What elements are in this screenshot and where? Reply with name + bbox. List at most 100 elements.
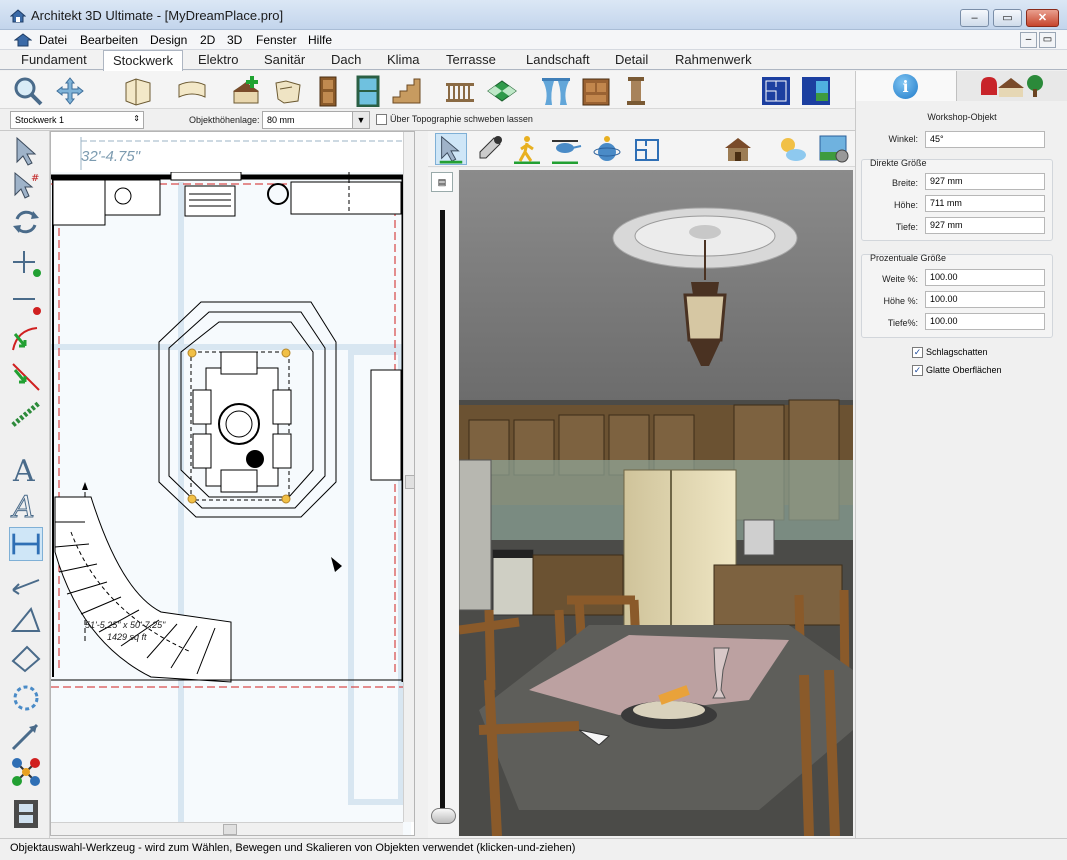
stairs-icon[interactable] [390, 75, 422, 107]
tab-sanitaer[interactable]: Sanitär [255, 52, 314, 70]
width-percent-input[interactable]: 100.00 [925, 269, 1045, 286]
film-strip-icon[interactable] [9, 797, 43, 831]
percent-size-title: Prozentuale Größe [870, 253, 947, 263]
line-tool-icon[interactable] [9, 719, 43, 753]
tab-fundament[interactable]: Fundament [12, 52, 96, 70]
plan-horizontal-scroll-thumb[interactable] [223, 824, 237, 835]
shadows-checkbox[interactable]: ✓ [912, 347, 923, 358]
tab-info[interactable]: i [856, 71, 957, 101]
tab-stockwerk[interactable]: Stockwerk [103, 50, 183, 71]
trim-tool-icon[interactable] [9, 360, 43, 394]
tab-rahmenwerk[interactable]: Rahmenwerk [666, 52, 761, 70]
connect-icon[interactable] [9, 755, 43, 789]
text-icon[interactable]: A [9, 451, 43, 485]
mdi-restore-button[interactable]: ▭ [1039, 32, 1056, 48]
height-percent-label: Höhe %: [883, 296, 918, 306]
curved-wall-icon[interactable] [176, 75, 208, 107]
move-tool-icon[interactable] [9, 641, 43, 675]
view-3d-render[interactable] [459, 170, 853, 836]
3d-select-icon[interactable] [435, 133, 467, 165]
house-view-icon[interactable] [722, 134, 754, 164]
menu-fenster[interactable]: Fenster [256, 33, 297, 47]
3d-zoom-slider[interactable]: ▤ [428, 168, 458, 838]
add-room-icon[interactable] [230, 75, 262, 107]
spin-tool-icon[interactable] [9, 681, 43, 715]
title-bar: Architekt 3D Ultimate - [MyDreamPlace.pr… [0, 0, 1067, 30]
add-point-icon[interactable] [9, 245, 43, 279]
floor-select[interactable]: Stockwerk 1 ⇕ [10, 111, 144, 129]
fly-helicopter-icon[interactable] [550, 134, 582, 164]
tab-elektro[interactable]: Elektro [189, 52, 247, 70]
eyedropper-icon[interactable] [474, 134, 504, 164]
trace-icon[interactable] [272, 75, 304, 107]
slider-thumb[interactable] [431, 808, 456, 824]
curtain-icon[interactable] [540, 75, 572, 107]
measure-icon[interactable] [9, 568, 43, 602]
tab-klima[interactable]: Klima [378, 52, 429, 70]
depth-label: Tiefe: [895, 222, 918, 232]
plan-view-2d[interactable]: 32'-4.75" 51'-5.25" x 50'-7.25" 1429 sq … [50, 131, 415, 836]
depth-percent-value: 100.00 [930, 316, 958, 326]
select-group-icon[interactable]: # [9, 169, 43, 203]
maximize-button[interactable]: ▭ [993, 9, 1022, 27]
walk-icon[interactable] [512, 134, 542, 164]
tab-dach[interactable]: Dach [322, 52, 370, 70]
plan-view-icon[interactable] [760, 75, 792, 107]
angle-input[interactable]: 45° [925, 131, 1045, 148]
window-icon[interactable] [352, 75, 384, 107]
cabinet-icon[interactable] [580, 75, 612, 107]
plan-vertical-scrollbar[interactable] [403, 132, 414, 822]
menu-design[interactable]: Design [150, 33, 187, 47]
close-button[interactable]: ✕ [1026, 9, 1059, 27]
menu-3d[interactable]: 3D [227, 33, 242, 47]
tab-catalog[interactable] [957, 71, 1067, 101]
dimension-tool-icon[interactable] [9, 527, 43, 561]
tab-detail[interactable]: Detail [606, 52, 657, 70]
angle-tool-icon[interactable] [9, 603, 43, 637]
zoom-icon[interactable] [12, 75, 44, 107]
select-arrow-icon[interactable] [9, 134, 43, 168]
floor-plan-canvas[interactable]: 51'-5.25" x 50'-7.25" 1429 sq ft [51, 172, 411, 835]
menu-datei[interactable]: Datei [39, 33, 67, 47]
remove-point-icon[interactable] [9, 285, 43, 319]
rotate-icon[interactable] [9, 205, 43, 239]
float-label: Über Topographie schweben lassen [390, 114, 533, 124]
orbit-globe-icon[interactable] [592, 134, 622, 164]
dimension-chain-icon[interactable] [9, 397, 43, 431]
arc-tool-icon[interactable] [9, 324, 43, 358]
smooth-checkbox[interactable]: ✓ [912, 365, 923, 376]
float-checkbox[interactable] [376, 114, 387, 125]
plan-vertical-scroll-thumb[interactable] [405, 475, 414, 489]
chevron-down-icon[interactable]: ▼ [352, 111, 370, 129]
svg-text:#: # [31, 173, 39, 184]
railing-icon[interactable] [444, 75, 476, 107]
pan-icon[interactable] [54, 75, 86, 107]
menu-hilfe[interactable]: Hilfe [308, 33, 332, 47]
plan-horizontal-scrollbar[interactable] [51, 822, 403, 835]
floorplan-nav-icon[interactable] [632, 134, 662, 164]
depth-input[interactable]: 927 mm [925, 217, 1045, 234]
column-icon[interactable] [620, 75, 652, 107]
menu-2d[interactable]: 2D [200, 33, 215, 47]
width-input[interactable]: 927 mm [925, 173, 1045, 190]
height-input[interactable]: 711 mm [925, 195, 1045, 212]
split-view-icon[interactable] [800, 75, 832, 107]
view-reset-icon[interactable]: ▤ [431, 172, 453, 192]
depth-percent-input[interactable]: 100.00 [925, 313, 1045, 330]
floor-material-icon[interactable] [486, 75, 518, 107]
sun-weather-icon[interactable] [776, 134, 808, 164]
tab-landschaft[interactable]: Landschaft [517, 52, 599, 70]
mdi-minimize-button[interactable]: – [1020, 32, 1037, 48]
floor-plan-drawing [51, 172, 411, 835]
height-percent-input[interactable]: 100.00 [925, 291, 1045, 308]
ruler-dimension-label: 32'-4.75" [81, 148, 141, 165]
tab-terrasse[interactable]: Terrasse [437, 52, 505, 70]
minimize-button[interactable]: – [960, 9, 989, 27]
render-settings-icon[interactable] [818, 134, 850, 164]
wall-icon[interactable] [122, 75, 154, 107]
menu-bearbeiten[interactable]: Bearbeiten [80, 33, 138, 47]
document-icon[interactable] [14, 33, 32, 47]
options-bar: Stockwerk 1 ⇕ Objekthöhenlage: 80 mm ▼ Ü… [0, 109, 855, 131]
text-3d-icon[interactable]: A [9, 487, 43, 522]
door-icon[interactable] [312, 75, 344, 107]
